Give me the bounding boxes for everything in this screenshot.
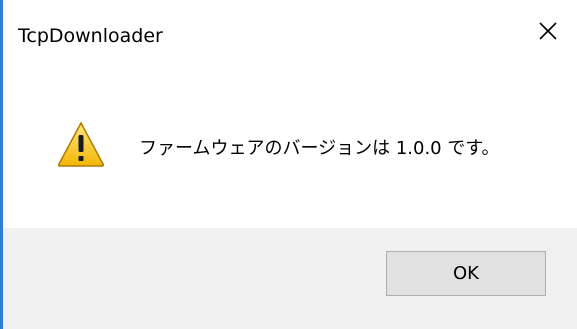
message-dialog: TcpDownloader ファームウェアのバージョンは 1.0.0 です。 O… <box>0 0 577 329</box>
title-bar[interactable]: TcpDownloader <box>3 0 577 78</box>
close-button[interactable] <box>519 0 577 62</box>
button-bar: OK <box>3 228 577 329</box>
warning-icon <box>57 121 105 167</box>
dialog-content: ファームウェアのバージョンは 1.0.0 です。 <box>3 78 577 228</box>
message-text: ファームウェアのバージョンは 1.0.0 です。 <box>139 138 500 159</box>
window-title: TcpDownloader <box>18 25 163 47</box>
close-icon <box>538 21 558 41</box>
ok-button[interactable]: OK <box>386 251 546 296</box>
